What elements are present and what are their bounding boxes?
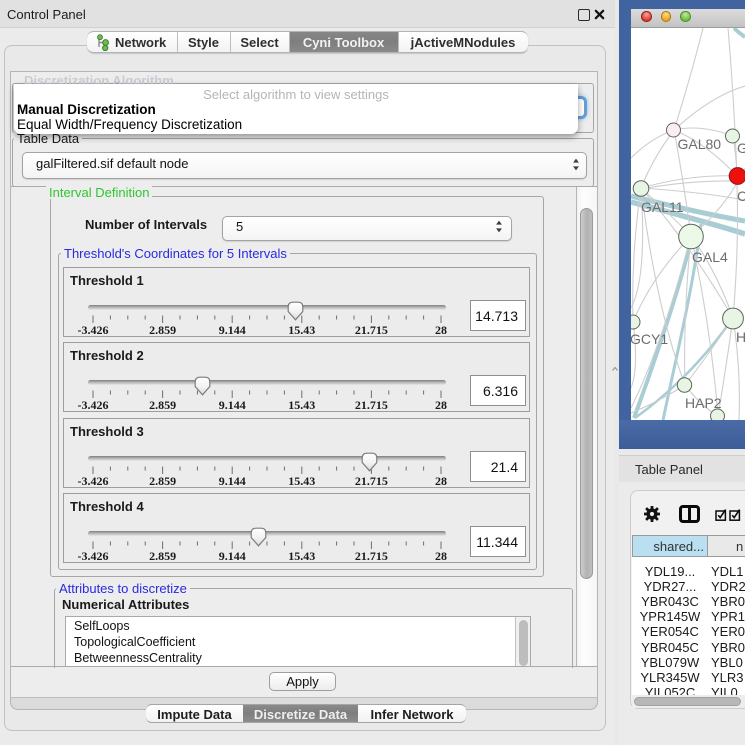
svg-text:GA: GA	[737, 140, 745, 156]
svg-text:GAL11: GAL11	[641, 199, 684, 215]
svg-text:HAP2: HAP2	[685, 395, 722, 411]
svg-text:GAL4: GAL4	[692, 249, 728, 265]
svg-text:GAL80: GAL80	[678, 136, 722, 152]
svg-text:H: H	[736, 329, 745, 345]
svg-text:C: C	[737, 188, 745, 204]
svg-text:GCY1: GCY1	[631, 331, 668, 347]
